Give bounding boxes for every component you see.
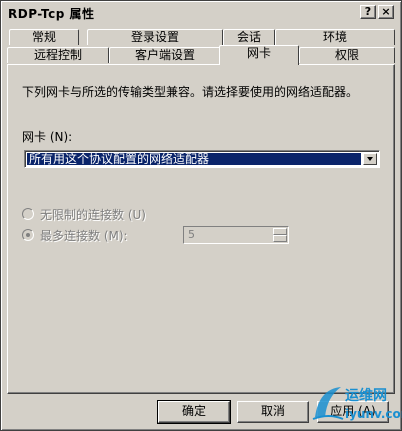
tab-logon-settings[interactable]: 登录设置: [87, 29, 223, 45]
adapter-selected-value: 所有用这个协议配置的网络适配器: [27, 153, 361, 165]
tab-label: 客户端设置: [134, 48, 195, 62]
properties-dialog: RDP-Tcp 属性 ? × 常规 登录设置 会话 环境 远程控制 客户端设置 …: [0, 0, 402, 431]
tab-client-settings[interactable]: 客户端设置: [109, 47, 221, 63]
ok-button[interactable]: 确定: [157, 400, 231, 424]
cancel-label: 取消: [260, 404, 285, 418]
dropdown-button[interactable]: [363, 153, 377, 165]
adapter-select[interactable]: 所有用这个协议配置的网络适配器: [24, 150, 380, 168]
ok-label: 确定: [181, 404, 206, 418]
tab-session[interactable]: 会话: [223, 29, 275, 45]
radio-max-connections[interactable]: [22, 229, 34, 241]
tab-label: 常规: [31, 30, 56, 44]
close-icon: ×: [381, 5, 391, 18]
titlebar: RDP-Tcp 属性 ? ×: [4, 4, 398, 22]
tab-remote-control[interactable]: 远程控制: [7, 47, 109, 63]
chevron-down-icon: [367, 157, 373, 161]
tab-label: 会话: [236, 30, 261, 44]
cancel-button[interactable]: 取消: [237, 401, 309, 423]
description-text: 下列网卡与所选的传输类型兼容。请选择要使用的网络适配器。: [22, 85, 359, 99]
tab-label: 权限: [334, 48, 359, 62]
tab-general[interactable]: 常规: [9, 29, 79, 45]
watermark-logo-icon: [312, 387, 344, 420]
close-button[interactable]: ×: [378, 5, 394, 19]
tab-environment[interactable]: 环境: [275, 29, 395, 45]
adapter-label: 网卡 (N):: [22, 130, 73, 144]
window-title: RDP-Tcp 属性: [8, 7, 95, 21]
stepper-up-button[interactable]: [273, 228, 287, 235]
stepper-buttons: [273, 228, 287, 242]
help-icon: ?: [364, 5, 372, 18]
watermark: 运维网 iyunv.com: [311, 383, 402, 431]
network-adapter-panel: 下列网卡与所选的传输类型兼容。请选择要使用的网络适配器。 网卡 (N): 所有用…: [7, 64, 395, 394]
radio-unlimited-label: 无限制的连接数 (U): [40, 208, 146, 222]
max-connections-stepper[interactable]: 5: [183, 226, 289, 244]
tab-label: 网卡: [246, 46, 271, 60]
tab-label: 环境: [322, 30, 347, 44]
tab-network-adapter[interactable]: 网卡: [219, 45, 299, 65]
radio-max-label: 最多连接数 (M):: [40, 229, 128, 243]
tab-label: 登录设置: [130, 30, 179, 44]
stepper-down-button[interactable]: [273, 235, 287, 242]
tab-permissions[interactable]: 权限: [299, 47, 395, 63]
tab-label: 远程控制: [33, 48, 82, 62]
watermark-text-en: iyunv.com: [345, 407, 402, 421]
watermark-text-cn: 运维网: [345, 388, 387, 404]
radio-unlimited-connections[interactable]: [22, 208, 34, 220]
max-connections-value: 5: [188, 228, 195, 241]
help-button[interactable]: ?: [360, 5, 376, 19]
